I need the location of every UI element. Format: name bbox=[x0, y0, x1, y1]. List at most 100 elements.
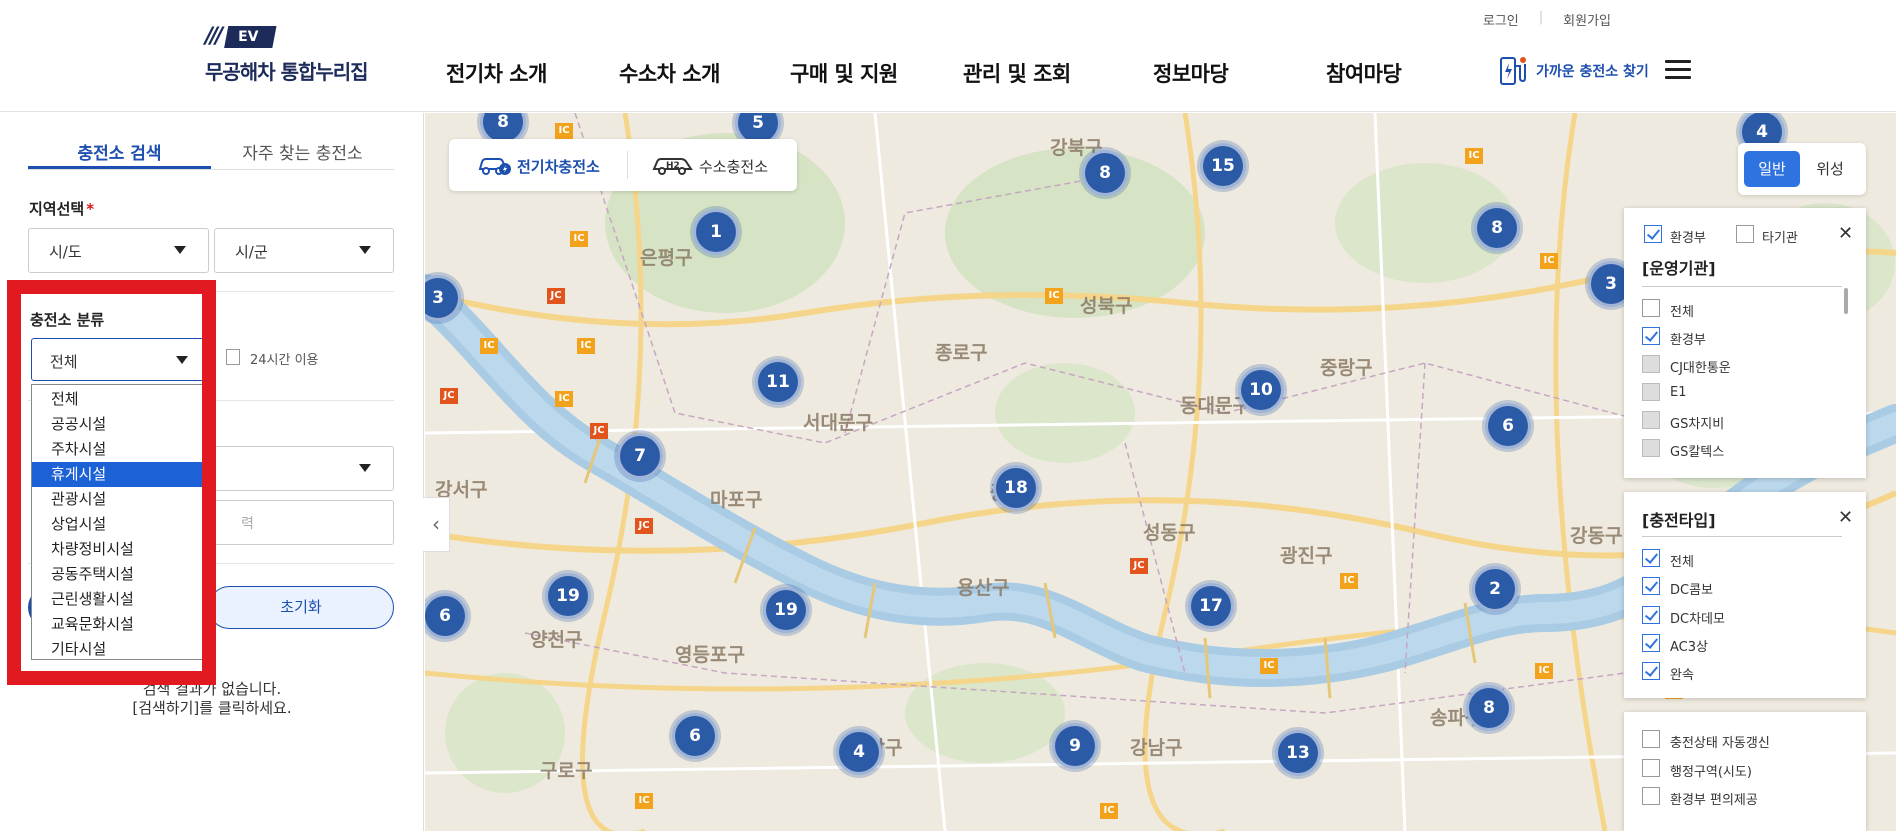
secondary-select[interactable] bbox=[214, 446, 394, 491]
station-cluster[interactable]: 19 bbox=[545, 573, 591, 619]
charger-type-checkbox[interactable] bbox=[1642, 606, 1660, 624]
station-cluster[interactable]: 13 bbox=[1275, 730, 1321, 776]
operator-checkbox[interactable] bbox=[1642, 439, 1660, 457]
operator-checkbox[interactable] bbox=[1642, 411, 1660, 429]
place-label: 마포구 bbox=[710, 489, 763, 511]
station-cluster[interactable]: 10 bbox=[1238, 367, 1284, 413]
keyword-input[interactable]: 력 bbox=[214, 500, 394, 545]
operator-label: 전체 bbox=[1670, 305, 1694, 320]
site-logo[interactable]: /// EV 무공해차 통합누리집 bbox=[205, 24, 369, 85]
station-cluster[interactable]: 18 bbox=[993, 465, 1039, 511]
station-cluster[interactable]: 4 bbox=[836, 729, 882, 775]
station-cluster[interactable]: 15 bbox=[1200, 143, 1246, 189]
station-cluster[interactable]: 9 bbox=[1052, 723, 1098, 769]
tab-h2-stations[interactable]: 수소충전소 bbox=[699, 156, 768, 177]
tab-station-search[interactable]: 충전소 검색 bbox=[28, 133, 211, 169]
dropdown-option-highlighted[interactable]: 휴게시설 bbox=[32, 462, 210, 487]
nav-participate[interactable]: 참여마당 bbox=[1326, 58, 1402, 88]
option-checkbox[interactable] bbox=[1642, 730, 1660, 748]
input-placeholder: 력 bbox=[241, 516, 254, 532]
station-cluster[interactable]: 11 bbox=[755, 359, 801, 405]
ic-marker: IC bbox=[480, 338, 498, 354]
nav-ev-intro[interactable]: 전기차 소개 bbox=[446, 58, 547, 88]
operator-checkbox[interactable] bbox=[1642, 299, 1660, 317]
view-normal-button[interactable]: 일반 bbox=[1744, 151, 1800, 187]
collapse-panel-button[interactable]: ‹ bbox=[423, 497, 450, 552]
operator-filter-panel: 환경부 타기관 ✕ [운영기관] 전체 환경부 CJ대한통운 E1 GS차지비 … bbox=[1624, 208, 1866, 478]
option-checkbox[interactable] bbox=[1642, 787, 1660, 805]
operator-checkbox[interactable] bbox=[1642, 327, 1660, 345]
place-label: 강동구 bbox=[1570, 525, 1623, 547]
divider bbox=[1642, 286, 1842, 287]
tab-favorite-stations[interactable]: 자주 찾는 충전소 bbox=[211, 133, 394, 169]
view-satellite-button[interactable]: 위성 bbox=[1802, 151, 1858, 187]
place-label: 은평구 bbox=[640, 247, 693, 269]
dropdown-option[interactable]: 기타시설 bbox=[32, 637, 210, 662]
h24-checkbox[interactable] bbox=[226, 349, 240, 365]
scrollbar[interactable] bbox=[1844, 288, 1848, 314]
charger-type-checkbox[interactable] bbox=[1642, 549, 1660, 567]
dropdown-option[interactable]: 관광시설 bbox=[32, 487, 210, 512]
login-link[interactable]: 로그인 bbox=[1463, 10, 1539, 29]
jc-marker: JC bbox=[1130, 558, 1148, 574]
dropdown-option[interactable]: 전체 bbox=[32, 387, 210, 412]
charger-type-checkbox[interactable] bbox=[1642, 634, 1660, 652]
station-cluster[interactable]: 8 bbox=[1082, 150, 1128, 196]
sido-select[interactable]: 시/도 bbox=[28, 228, 209, 273]
ic-marker: IC bbox=[1465, 148, 1483, 164]
station-cluster[interactable]: 6 bbox=[1485, 403, 1531, 449]
operator-checkbox[interactable] bbox=[1642, 355, 1660, 373]
ministry-checkbox[interactable] bbox=[1644, 225, 1662, 243]
nav-info[interactable]: 정보마당 bbox=[1153, 58, 1229, 88]
nav-manage[interactable]: 관리 및 조회 bbox=[963, 58, 1071, 88]
station-cluster[interactable]: 6 bbox=[672, 713, 718, 759]
station-cluster[interactable]: 17 bbox=[1188, 583, 1234, 629]
map-view-toggle: 일반 위성 bbox=[1738, 143, 1866, 195]
ic-marker: IC bbox=[555, 123, 573, 139]
nav-purchase[interactable]: 구매 및 지원 bbox=[790, 58, 898, 88]
tab-ev-stations[interactable]: 전기차충전소 bbox=[517, 156, 600, 177]
dropdown-option[interactable]: 공공시설 bbox=[32, 412, 210, 437]
station-cluster[interactable]: 2 bbox=[1472, 566, 1518, 612]
svg-text:H2: H2 bbox=[666, 161, 680, 171]
dropdown-option[interactable]: 근린생활시설 bbox=[32, 587, 210, 612]
jc-marker: JC bbox=[635, 518, 653, 534]
station-cluster[interactable]: 1 bbox=[693, 209, 739, 255]
option-checkbox[interactable] bbox=[1642, 759, 1660, 777]
dropdown-option[interactable]: 상업시설 bbox=[32, 512, 210, 537]
operator-checkbox[interactable] bbox=[1642, 383, 1660, 401]
charger-type-checkbox[interactable] bbox=[1642, 577, 1660, 595]
dropdown-option[interactable]: 교육문화시설 bbox=[32, 612, 210, 637]
charger-type-label: DC차데모 bbox=[1670, 612, 1725, 627]
station-cluster[interactable]: 7 bbox=[617, 433, 663, 479]
operator-panel-title: [운영기관] bbox=[1642, 259, 1716, 278]
station-cluster[interactable]: 19 bbox=[763, 587, 809, 633]
ic-marker: IC bbox=[1045, 288, 1063, 304]
other-agency-checkbox[interactable] bbox=[1736, 225, 1754, 243]
station-cluster[interactable]: 8 bbox=[1466, 685, 1512, 731]
reset-button[interactable]: 초기화 bbox=[208, 586, 394, 629]
dropdown-option[interactable]: 공동주택시설 bbox=[32, 562, 210, 587]
chevron-down-icon bbox=[176, 356, 188, 364]
nearby-station-button[interactable]: 가까운 충전소 찾기 bbox=[1498, 54, 1649, 88]
station-cluster[interactable]: 8 bbox=[1474, 205, 1520, 251]
operator-label: 환경부 bbox=[1670, 333, 1706, 348]
signup-link[interactable]: 회원가입 bbox=[1543, 10, 1631, 29]
sigun-select[interactable]: 시/군 bbox=[214, 228, 394, 273]
logo-slashes: /// bbox=[205, 24, 223, 49]
nav-h2-intro[interactable]: 수소차 소개 bbox=[619, 58, 720, 88]
option-label: 행정구역(시도) bbox=[1670, 765, 1752, 780]
charger-type-label: 완속 bbox=[1670, 668, 1694, 683]
close-icon[interactable]: ✕ bbox=[1838, 223, 1853, 244]
ic-marker: IC bbox=[635, 793, 653, 809]
dropdown-option[interactable]: 차량정비시설 bbox=[32, 537, 210, 562]
close-icon[interactable]: ✕ bbox=[1838, 507, 1853, 528]
category-select[interactable]: 전체 bbox=[31, 338, 211, 381]
charger-type-checkbox[interactable] bbox=[1642, 662, 1660, 680]
place-label: 서대문구 bbox=[803, 412, 873, 434]
charger-type-label: 전체 bbox=[1670, 555, 1694, 570]
place-label: 용산구 bbox=[957, 577, 1010, 599]
hamburger-menu-icon[interactable] bbox=[1665, 60, 1691, 80]
ic-marker: IC bbox=[577, 338, 595, 354]
dropdown-option[interactable]: 주차시설 bbox=[32, 437, 210, 462]
